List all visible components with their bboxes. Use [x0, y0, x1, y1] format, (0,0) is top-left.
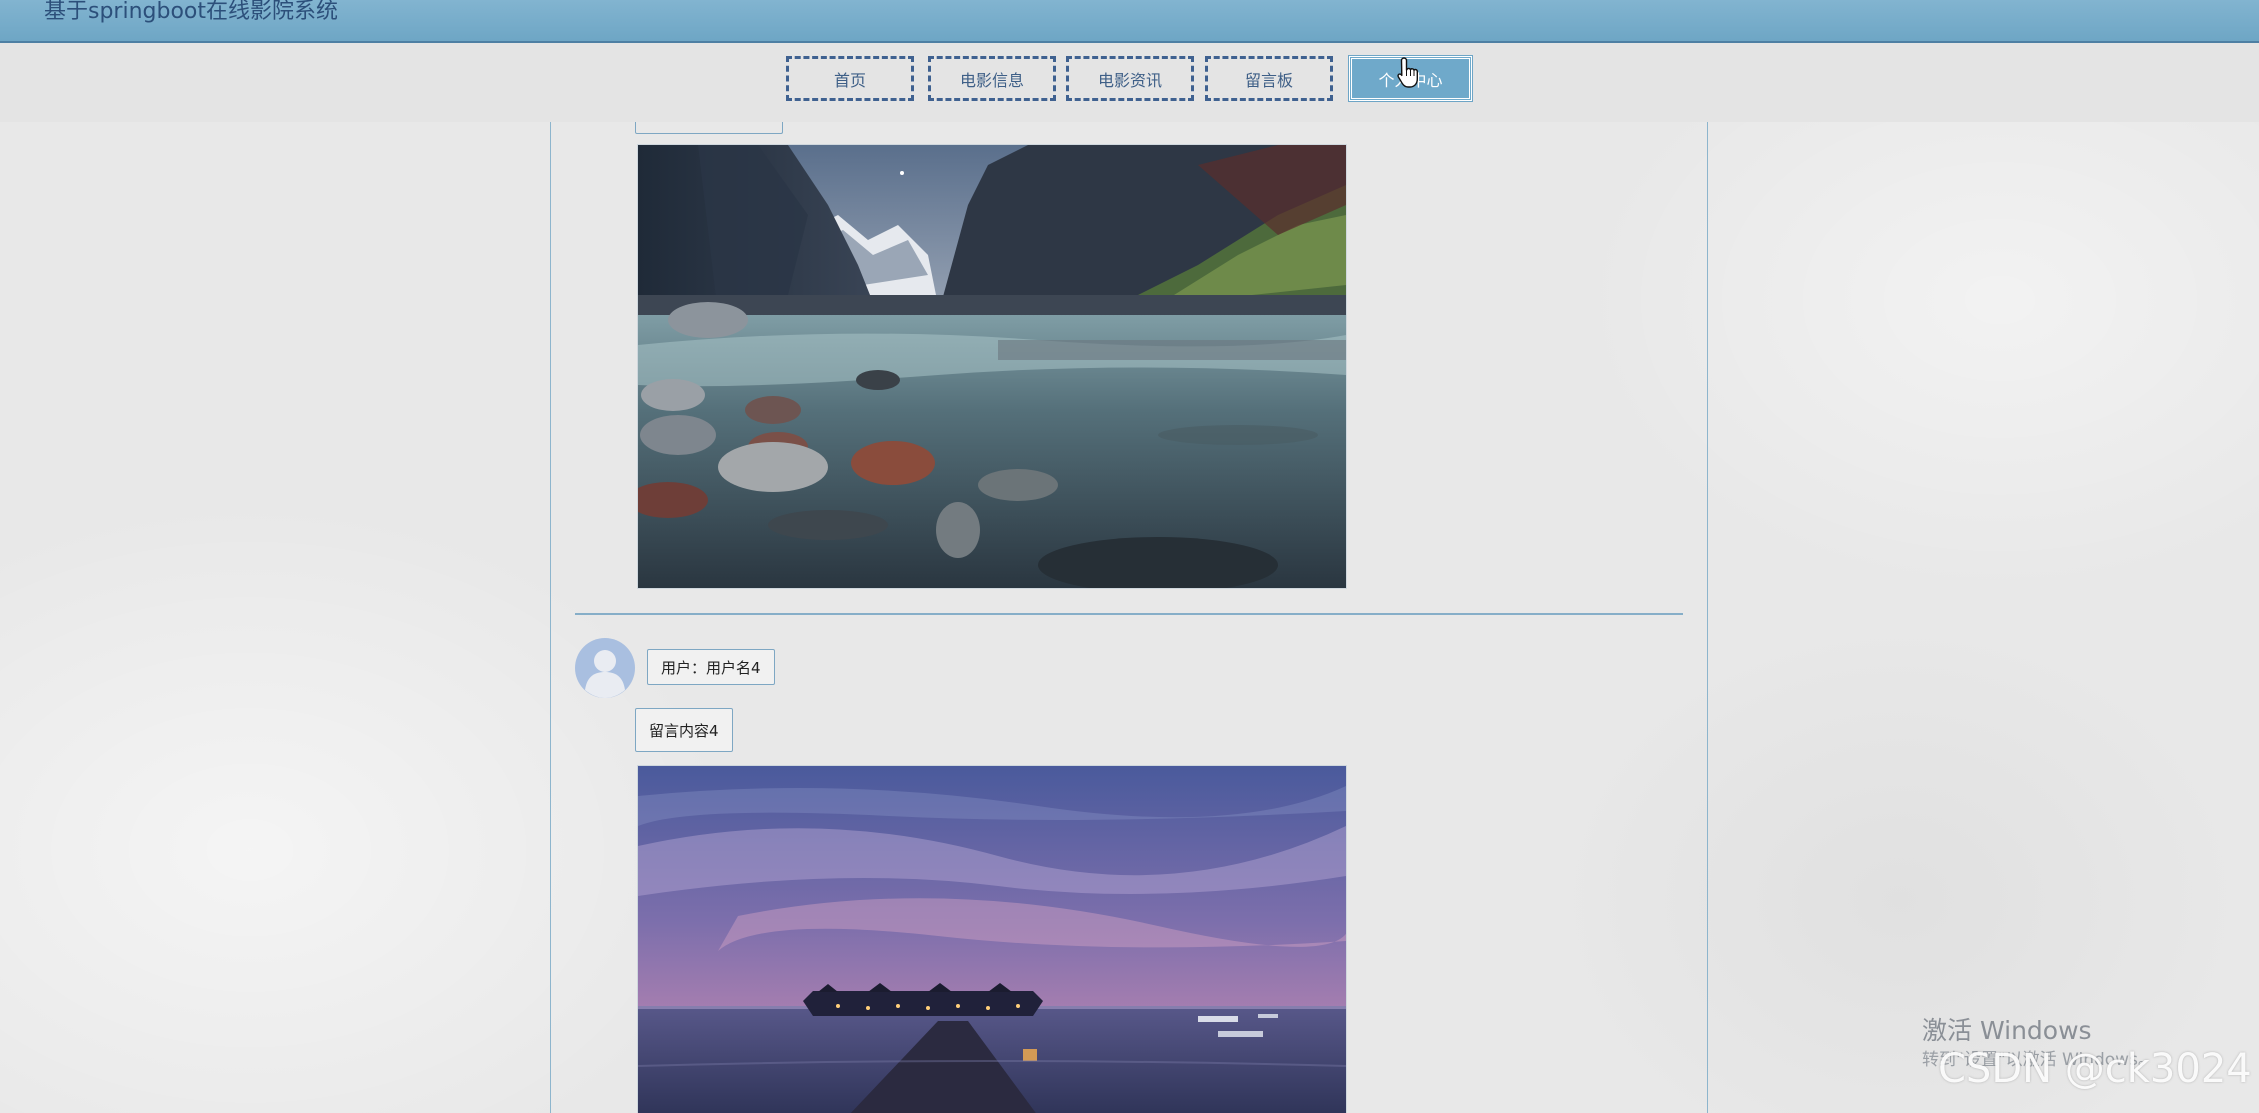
message-user-label: 用户：用户名4 — [647, 649, 775, 685]
message-divider — [575, 613, 1683, 615]
message-image-mountain-river — [637, 144, 1347, 589]
csdn-watermark: CSDN @ck3024 — [1938, 1046, 2252, 1092]
nav-item-movie-news[interactable]: 电影资讯 — [1066, 56, 1194, 101]
message-content-text: 留言内容4 — [635, 708, 733, 752]
message-board-content: 用户：用户名4 留言内容4 — [550, 112, 1708, 1113]
user-avatar-icon — [575, 638, 635, 698]
top-header-bar: 基于springboot在线影院系统 — [0, 0, 2259, 43]
main-navigation: 首页 电影信息 电影资讯 留言板 个人中心 — [0, 43, 2259, 122]
nav-item-home[interactable]: 首页 — [786, 56, 914, 101]
message-image-overwater-bungalows — [637, 765, 1347, 1113]
nav-item-message-board[interactable]: 留言板 — [1205, 56, 1333, 101]
nav-item-movie-info[interactable]: 电影信息 — [928, 56, 1056, 101]
windows-activation-title: 激活 Windows — [1922, 1016, 2092, 1045]
site-title: 基于springboot在线影院系统 — [44, 0, 339, 24]
hand-pointer-cursor-icon — [1397, 57, 1418, 88]
